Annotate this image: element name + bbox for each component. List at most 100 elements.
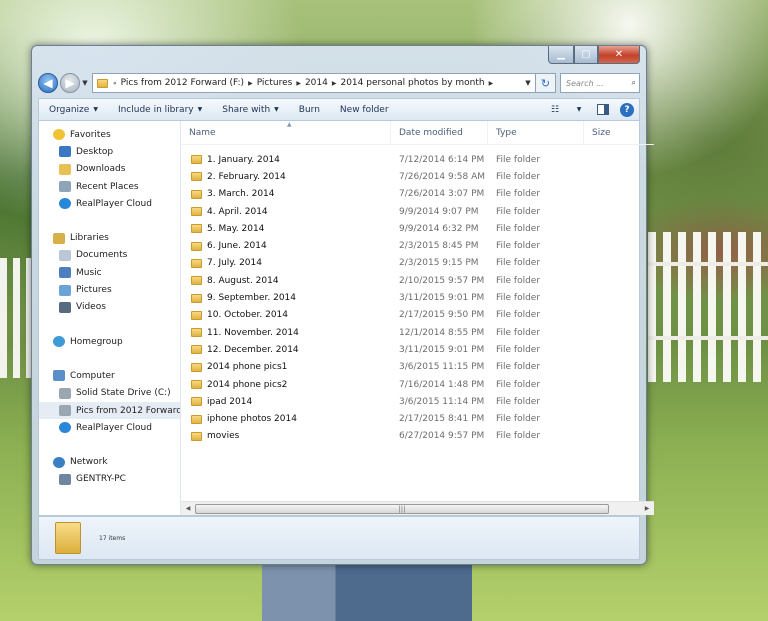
file-name-cell: 10. October. 2014 (181, 310, 391, 320)
nav-network[interactable]: Network (39, 453, 180, 470)
table-row[interactable]: 2014 phone pics1 3/6/2015 11:15 PM File fo… (181, 359, 654, 376)
nav-label: Favorites (70, 129, 111, 140)
nav-label: Computer (70, 370, 115, 381)
file-name: 3. March. 2014 (207, 189, 275, 200)
nav-homegroup[interactable]: Homegroup (39, 333, 180, 350)
help-button[interactable]: ? (615, 101, 639, 119)
column-header-type[interactable]: Type (488, 121, 584, 144)
file-date-cell: 2/3/2015 9:15 PM (399, 258, 479, 269)
search-icon[interactable]: ⌕ (632, 78, 636, 88)
table-row[interactable]: 10. October. 2014 2/17/2015 9:50 PM File f… (181, 307, 654, 324)
breadcrumb-separator-icon[interactable]: ▶ (248, 80, 253, 87)
table-row[interactable]: 6. June. 2014 2/3/2015 8:45 PM File folder (181, 237, 654, 254)
computer-icon (53, 370, 65, 382)
breadcrumb-2014[interactable]: 2014 (305, 78, 328, 88)
address-dropdown-icon[interactable]: ▼ (521, 79, 535, 87)
breadcrumb-separator-icon[interactable]: ▶ (489, 80, 494, 87)
nav-recent-places[interactable]: Recent Places (39, 178, 180, 195)
refresh-button[interactable]: ↻ (536, 73, 556, 93)
nav-solid-state-drive[interactable]: Solid State Drive (C:) (39, 385, 180, 402)
address-overflow-icon[interactable]: « (113, 80, 117, 87)
table-row[interactable]: 7. July. 2014 2/3/2015 9:15 PM File folder (181, 255, 654, 272)
table-row[interactable]: 9. September. 2014 3/11/2015 9:01 PM File … (181, 289, 654, 306)
nav-favorites[interactable]: Favorites (39, 126, 180, 143)
chevron-down-icon: ▼ (274, 106, 279, 113)
nav-realplayer-cloud-computer[interactable]: RealPlayer Cloud (39, 419, 180, 436)
breadcrumb-separator-icon[interactable]: ▶ (332, 80, 337, 87)
file-type-cell: File folder (496, 189, 541, 200)
forward-button[interactable]: ▶ (60, 73, 80, 93)
views-icon[interactable]: ☷ (543, 101, 567, 119)
nav-realplayer-cloud-favorite[interactable]: RealPlayer Cloud (39, 195, 180, 212)
views-dropdown-icon[interactable]: ▼ (567, 101, 591, 119)
nav-videos[interactable]: Videos (39, 299, 180, 316)
scroll-right-icon[interactable]: ▶ (640, 505, 654, 512)
item-count: 17 items (99, 534, 126, 542)
organize-button[interactable]: Organize ▼ (39, 99, 108, 120)
table-row[interactable]: movies 6/27/2014 9:57 PM File folder (181, 428, 654, 445)
navigation-bar: ◀ ▶ ▼ « Pics from 2012 Forward (F:) ▶ Pi… (38, 72, 640, 94)
file-date-cell: 7/16/2014 1:48 PM (399, 379, 485, 390)
horizontal-scrollbar[interactable]: ◀ ||| ▶ (181, 501, 654, 515)
close-button[interactable]: ✕ (598, 46, 640, 64)
scroll-left-icon[interactable]: ◀ (181, 505, 195, 512)
table-row[interactable]: ipad 2014 3/6/2015 11:14 PM File folder (181, 393, 654, 410)
nav-label: RealPlayer Cloud (76, 422, 152, 433)
nav-music[interactable]: Music (39, 264, 180, 281)
background-fence-rail (648, 336, 768, 340)
table-row[interactable]: 1. January. 2014 7/12/2014 6:14 PM File fo… (181, 151, 654, 168)
file-type-cell: File folder (496, 206, 541, 217)
table-row[interactable]: iphone photos 2014 2/17/2015 8:41 PM File … (181, 410, 654, 427)
table-row[interactable]: 2. February. 2014 7/26/2014 9:58 AM File f… (181, 168, 654, 185)
search-input[interactable]: Search ... ⌕ (560, 73, 640, 93)
include-in-library-label: Include in library (117, 104, 194, 115)
column-header-name[interactable]: Name (181, 121, 391, 144)
folder-icon (191, 345, 202, 355)
minimize-button[interactable]: ▁ (548, 46, 574, 64)
navigation-pane: Favorites Desktop Downloads Recent Place… (39, 121, 181, 515)
burn-button[interactable]: Burn (289, 99, 330, 120)
table-row[interactable]: 5. May. 2014 9/9/2014 6:32 PM File folder (181, 220, 654, 237)
nav-downloads[interactable]: Downloads (39, 161, 180, 178)
breadcrumb-drive[interactable]: Pics from 2012 Forward (F:) (121, 78, 244, 88)
new-folder-button[interactable]: New folder (330, 99, 399, 120)
include-in-library-button[interactable]: Include in library ▼ (108, 99, 212, 120)
maximize-button[interactable]: ▢ (574, 46, 598, 64)
breadcrumb-separator-icon[interactable]: ▶ (296, 80, 301, 87)
nav-libraries[interactable]: Libraries (39, 229, 180, 246)
back-button[interactable]: ◀ (38, 73, 58, 93)
folder-icon (191, 362, 202, 372)
table-row[interactable]: 8. August. 2014 2/10/2015 9:57 PM File fol… (181, 272, 654, 289)
nav-gentry-pc[interactable]: GENTRY-PC (39, 471, 180, 488)
nav-desktop[interactable]: Desktop (39, 143, 180, 160)
file-name: iphone photos 2014 (207, 414, 297, 425)
column-header-date-modified[interactable]: Date modified (391, 121, 488, 144)
nav-pictures[interactable]: Pictures (39, 281, 180, 298)
preview-pane-icon[interactable] (591, 101, 615, 119)
table-row[interactable]: 11. November. 2014 12/1/2014 8:55 PM File … (181, 324, 654, 341)
table-row[interactable]: 12. December. 2014 3/11/2015 9:01 PM File … (181, 341, 654, 358)
help-icon: ? (620, 102, 634, 117)
share-with-button[interactable]: Share with ▼ (212, 99, 289, 120)
caption-buttons: ▁ ▢ ✕ (548, 46, 640, 64)
scrollbar-thumb[interactable]: ||| (195, 504, 609, 514)
table-row[interactable]: 4. April. 2014 9/9/2014 9:07 PM File folde… (181, 203, 654, 220)
folder-icon (191, 380, 202, 389)
folder-icon (191, 207, 202, 217)
column-header-size[interactable]: Size (584, 121, 654, 144)
file-date-cell: 2/17/2015 9:50 PM (399, 310, 485, 321)
nav-computer[interactable]: Computer (39, 367, 180, 384)
file-name-cell: 4. April. 2014 (181, 207, 391, 217)
breadcrumb-current-folder[interactable]: 2014 personal photos by month (340, 78, 484, 88)
table-row[interactable]: 2014 phone pics2 7/16/2014 1:48 PM File fo… (181, 376, 654, 393)
table-row[interactable]: 3. March. 2014 7/26/2014 3:07 PM File fold… (181, 186, 654, 203)
file-type-cell: File folder (496, 396, 541, 407)
address-bar[interactable]: « Pics from 2012 Forward (F:) ▶ Pictures… (92, 73, 536, 93)
breadcrumb-pictures[interactable]: Pictures (257, 78, 293, 88)
nav-pics-drive[interactable]: Pics from 2012 Forward (F:) (39, 401, 180, 420)
nav-label: Downloads (76, 164, 126, 175)
recent-pages-dropdown[interactable]: ▼ (80, 79, 90, 87)
nav-documents[interactable]: Documents (39, 247, 180, 264)
file-rows: 1. January. 2014 7/12/2014 6:14 PM File fo… (181, 145, 654, 445)
